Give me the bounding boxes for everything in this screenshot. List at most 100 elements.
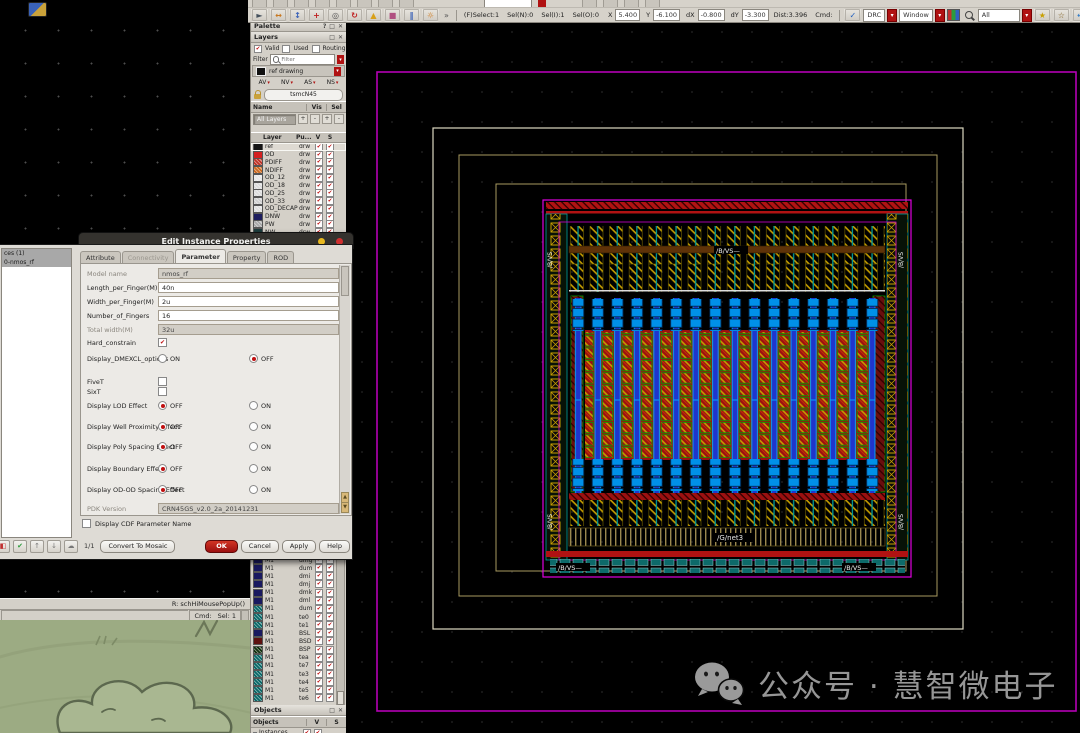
cancel-button[interactable]: Cancel — [241, 540, 279, 553]
layer-row[interactable]: OD_33 drw ✔ ✔ — [251, 197, 346, 205]
scroll-down-arrow[interactable]: ▼ — [341, 502, 349, 513]
odod-spacing-off-radio[interactable]: OFF — [158, 485, 183, 494]
apply-doc-icon[interactable]: ✔ — [13, 540, 27, 553]
selectable-checkbox[interactable]: ✔ — [326, 621, 334, 629]
visible-checkbox[interactable]: ✔ — [315, 597, 323, 605]
layer-row[interactable]: M1 tea ✔ ✔ — [251, 654, 338, 662]
layer-row[interactable]: OD_DECAP drw ✔ ✔ — [251, 205, 346, 213]
clipped-tool-button[interactable] — [582, 0, 597, 7]
width-per-finger-input[interactable]: 2u — [158, 296, 339, 307]
layer-row[interactable]: NDIFF drw ✔ ✔ — [251, 166, 346, 174]
clipped-tool-button[interactable] — [294, 0, 309, 7]
clipped-tool-button[interactable] — [315, 0, 330, 7]
layer-row[interactable]: OD_12 drw ✔ ✔ — [251, 174, 346, 182]
visible-checkbox[interactable]: ✔ — [315, 580, 323, 588]
layer-row[interactable]: M1 te0 ✔ ✔ — [251, 613, 338, 621]
lod-on-radio[interactable]: ON — [249, 401, 271, 410]
selectable-checkbox[interactable]: ✔ — [326, 678, 334, 686]
dock-icon[interactable]: □ — [329, 707, 335, 714]
clipped-tool-button[interactable] — [624, 0, 639, 7]
objects-titlebar[interactable]: Objects □ ✕ — [251, 705, 346, 716]
tree-item[interactable]: ces (1) — [2, 249, 71, 258]
selectable-checkbox[interactable]: ✔ — [326, 637, 334, 645]
visible-checkbox[interactable]: ✔ — [315, 646, 323, 654]
instance-tree[interactable]: ces (1) 0-nmos_rf — [1, 248, 72, 538]
dock-icon[interactable]: □ — [329, 34, 335, 41]
tab-attribute[interactable]: Attribute — [80, 251, 121, 263]
tool-icon[interactable]: ► — [251, 8, 268, 22]
layers-titlebar[interactable]: Layers □ ✕ — [251, 32, 346, 43]
layer-row[interactable]: M1 dum ✔ ✔ — [251, 605, 338, 613]
tree-item[interactable]: 0-nmos_rf — [2, 258, 71, 267]
layer-row[interactable]: OD_25 drw ✔ ✔ — [251, 190, 346, 198]
dock-icon[interactable]: □ — [329, 23, 335, 30]
well-proximity-off-radio[interactable]: OFF — [158, 422, 183, 431]
visibility-combo[interactable]: NS▾ — [327, 79, 339, 86]
selectable-checkbox[interactable]: ✔ — [326, 629, 334, 637]
layer-row[interactable]: M1 te5 ✔ ✔ — [251, 686, 338, 694]
objects-row-instances[interactable]: Instances ✔ ✔ — [251, 728, 346, 733]
dmexcl-off-radio[interactable]: OFF — [249, 354, 274, 363]
tech-lib-selector[interactable]: tsmcN45 — [264, 89, 343, 101]
clipped-tool-button[interactable] — [378, 0, 393, 7]
sixt-checkbox[interactable] — [158, 387, 167, 396]
check-icon[interactable]: ✓ — [844, 8, 861, 22]
visible-checkbox[interactable]: ✔ — [315, 629, 323, 637]
toolbar-overflow-chevron[interactable]: » — [444, 11, 449, 20]
layer-row[interactable]: M1 dmj ✔ ✔ — [251, 580, 338, 588]
selectable-checkbox[interactable]: ✔ — [326, 597, 334, 605]
palette-icon[interactable] — [947, 9, 960, 21]
hard-constrain-checkbox[interactable]: ✔ — [158, 338, 167, 347]
ok-button[interactable]: OK — [205, 540, 238, 553]
layer-row[interactable]: M1 dmi ✔ ✔ — [251, 572, 338, 580]
vis-toggle-button[interactable]: - — [310, 114, 320, 124]
layer-row[interactable]: M1 te3 ✔ ✔ — [251, 670, 338, 678]
selectable-checkbox[interactable]: ✔ — [326, 662, 334, 670]
cdf-parameter-checkbox[interactable] — [82, 519, 91, 528]
drc-dropdown[interactable]: DRC — [863, 9, 885, 22]
well-proximity-on-radio[interactable]: ON — [249, 422, 271, 431]
search-icon[interactable] — [965, 11, 973, 19]
tool-icon[interactable]: ↔ — [270, 8, 287, 22]
length-per-finger-input[interactable]: 40n — [158, 282, 339, 293]
close-icon[interactable]: ✕ — [338, 23, 343, 30]
tool-icon[interactable]: ☼ — [422, 8, 439, 22]
layer-row[interactable]: M1 te4 ✔ ✔ — [251, 678, 338, 686]
layer-row[interactable]: DNW drw ✔ ✔ — [251, 213, 346, 221]
nmos-rf-cell[interactable]: /G/net3 /B/VS— /B/VS— /B/VS— /B/VS /B/VS… — [543, 200, 911, 577]
clipped-tool-button[interactable] — [336, 0, 351, 7]
visibility-combo[interactable]: AV▾ — [259, 79, 270, 86]
filter-dropdown-arrow[interactable]: ▾ — [337, 55, 344, 64]
valid-checkbox[interactable]: ✔ — [254, 45, 262, 53]
prev-arrow-icon[interactable]: ← — [1072, 8, 1080, 22]
poly-spacing-off-radio[interactable]: OFF — [158, 442, 183, 451]
layer-row[interactable]: PW drw ✔ ✔ — [251, 221, 346, 229]
drc-dropdown-arrow[interactable]: ▾ — [887, 9, 897, 22]
visible-checkbox[interactable]: ✔ — [315, 670, 323, 678]
visible-checkbox[interactable]: ✔ — [303, 729, 311, 733]
dmexcl-on-radio[interactable]: ON — [158, 354, 180, 363]
tool-icon[interactable]: ▲ — [365, 8, 382, 22]
layer-row[interactable]: ref drw ✔ ✔ — [251, 143, 346, 151]
prev-instance-icon[interactable]: ↑ — [30, 540, 44, 553]
search-filter-dropdown[interactable]: All — [978, 9, 1020, 22]
layer-row[interactable]: PDIFF drw ✔ ✔ — [251, 159, 346, 167]
number-of-fingers-input[interactable]: 16 — [158, 310, 339, 321]
selectable-checkbox[interactable]: ✔ — [326, 670, 334, 678]
layer-row[interactable]: M1 te6 ✔ ✔ — [251, 694, 338, 702]
fivet-checkbox[interactable] — [158, 377, 167, 386]
active-layer-arrow[interactable]: ▾ — [334, 67, 341, 76]
selectable-checkbox[interactable]: ✔ — [326, 646, 334, 654]
tool-icon[interactable]: ◎ — [327, 8, 344, 22]
scrollbar-thumb[interactable] — [337, 691, 344, 705]
selectable-checkbox[interactable]: ✔ — [326, 686, 334, 694]
selectable-checkbox[interactable]: ✔ — [326, 613, 334, 621]
layer-row[interactable]: OD drw ✔ ✔ — [251, 151, 346, 159]
selectable-checkbox[interactable]: ✔ — [326, 564, 334, 572]
odod-spacing-on-radio[interactable]: ON — [249, 485, 271, 494]
lod-off-radio[interactable]: OFF — [158, 401, 183, 410]
clipped-tool-button[interactable] — [273, 0, 288, 7]
window-dropdown[interactable]: Window — [899, 9, 933, 22]
visible-checkbox[interactable]: ✔ — [315, 564, 323, 572]
tab-parameter[interactable]: Parameter — [175, 249, 225, 263]
